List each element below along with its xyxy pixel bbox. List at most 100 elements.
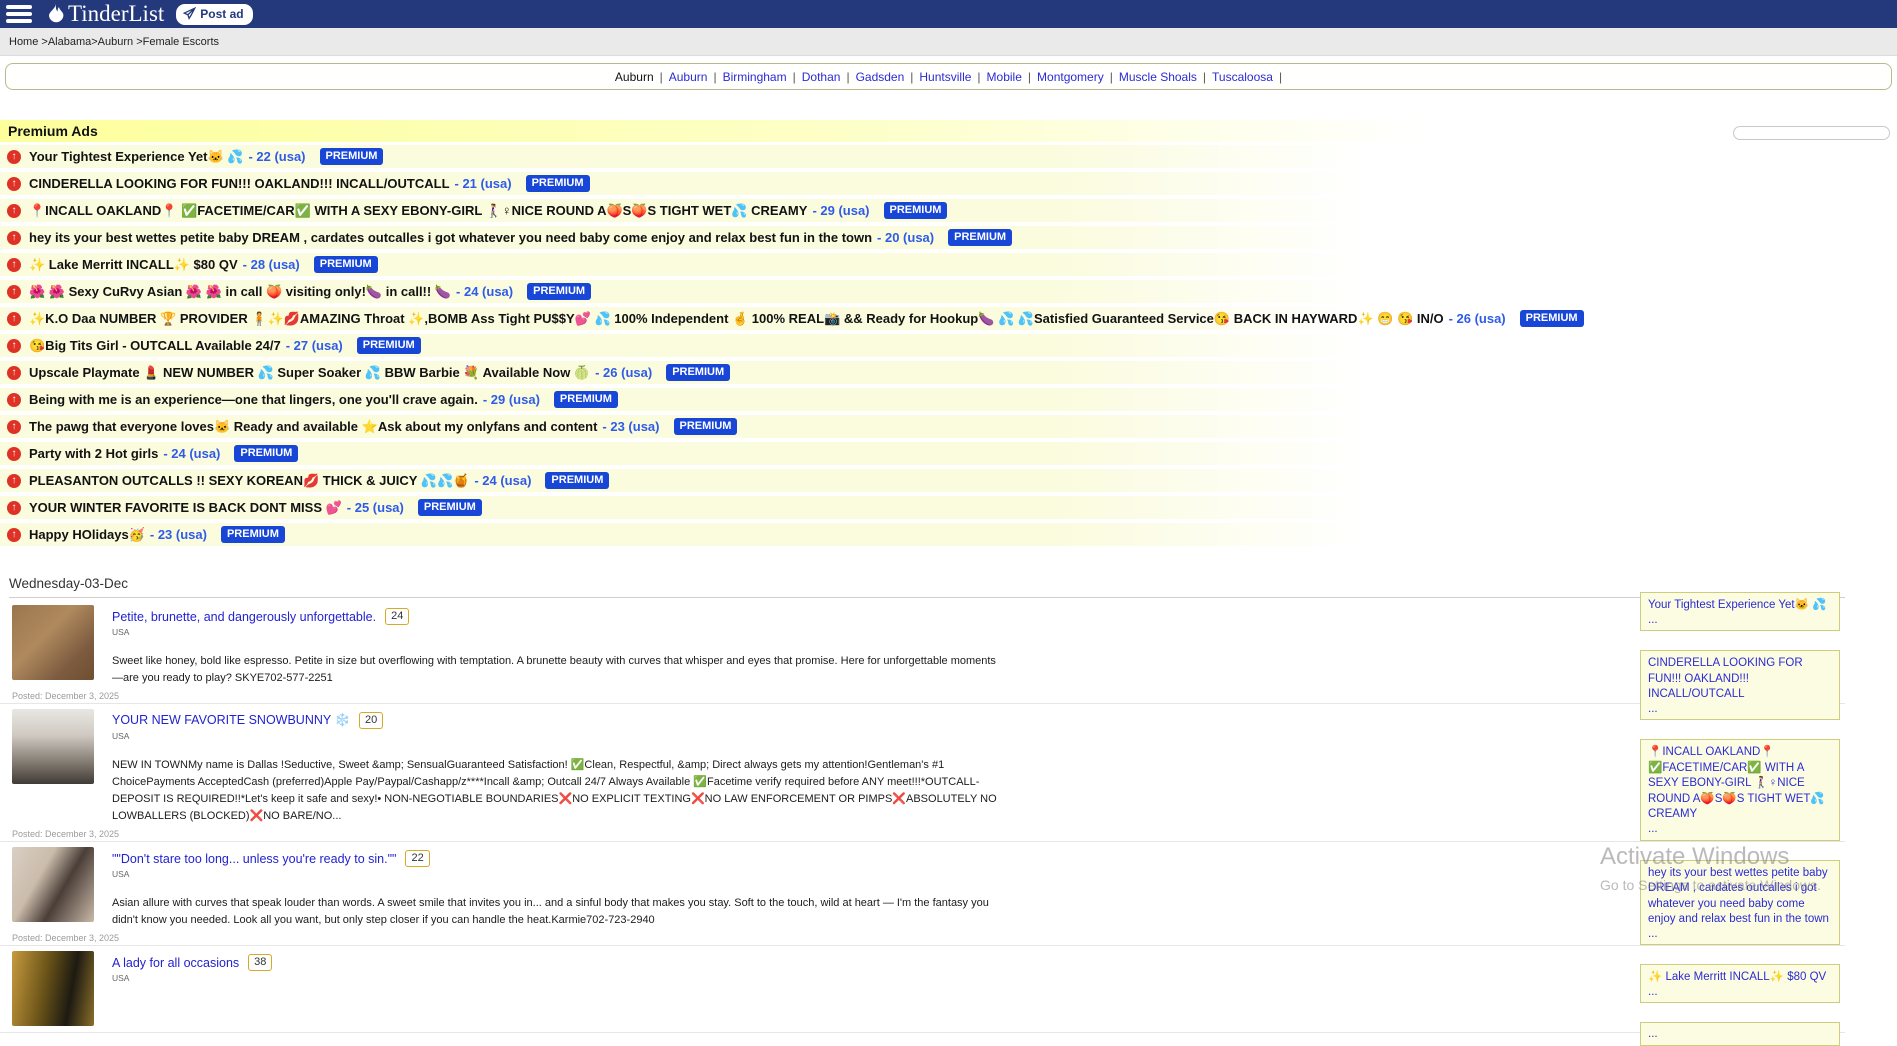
listing-title[interactable]: ""Don't stare too long... unless you're … [112, 852, 396, 866]
listing-row: A lady for all occasions 38 USA [0, 951, 1845, 1033]
boost-arrow-icon: ↑ [7, 258, 21, 272]
premium-ad-age: - 27 (usa) [286, 338, 343, 353]
listing-age-badge: 22 [405, 850, 429, 867]
sidebar-ellipsis: ... [1648, 928, 1832, 941]
top-bar: TinderList Post ad [0, 0, 1897, 28]
premium-badge: PREMIUM [314, 256, 378, 273]
premium-ad-title[interactable]: 😘Big Tits Girl - OUTCALL Available 24/7 [29, 338, 281, 354]
brand-logo[interactable]: TinderList [46, 1, 164, 27]
sidebar-ad-link[interactable]: 📍INCALL OAKLAND📍 ✅FACETIME/CAR✅ WITH A S… [1648, 745, 1832, 823]
listing-title[interactable]: YOUR NEW FAVORITE SNOWBUNNY ❄️ [112, 713, 350, 728]
premium-badge: PREMIUM [527, 283, 591, 300]
sidebar-ellipsis: ... [1648, 703, 1832, 716]
city-separator: | [793, 70, 796, 84]
sidebar-ellipsis: ... [1648, 614, 1832, 627]
premium-ad-title[interactable]: PLEASANTON OUTCALLS !! SEXY KOREAN💋 THIC… [29, 473, 469, 489]
city-separator: | [660, 70, 663, 84]
breadcrumb[interactable]: Home >Alabama>Auburn >Female Escorts [0, 28, 1897, 56]
premium-ad-title[interactable]: Being with me is an experience—one that … [29, 392, 478, 407]
boost-arrow-icon: ↑ [7, 312, 21, 326]
premium-badge: PREMIUM [221, 526, 285, 543]
premium-ad-age: - 29 (usa) [483, 392, 540, 407]
premium-ad-row: ↑ ✨ Lake Merritt INCALL✨ $80 QV - 28 (us… [0, 253, 1897, 276]
boost-arrow-icon: ↑ [7, 447, 21, 461]
sidebar-ad-box[interactable]: CINDERELLA LOOKING FOR FUN!!! OAKLAND!!!… [1640, 650, 1840, 720]
paper-plane-icon [183, 7, 196, 20]
boost-arrow-icon: ↑ [7, 528, 21, 542]
horizontal-scrollbar[interactable] [1733, 126, 1890, 140]
city-link[interactable]: Tuscaloosa [1212, 70, 1273, 84]
post-ad-button[interactable]: Post ad [176, 4, 252, 25]
city-link[interactable]: Huntsville [919, 70, 971, 84]
boost-arrow-icon: ↑ [7, 420, 21, 434]
premium-ad-title[interactable]: Upscale Playmate 💄 NEW NUMBER 💦 Super So… [29, 365, 590, 381]
listing-title[interactable]: Petite, brunette, and dangerously unforg… [112, 610, 376, 624]
premium-ad-title[interactable]: CINDERELLA LOOKING FOR FUN!!! OAKLAND!!!… [29, 176, 450, 191]
city-link[interactable]: Muscle Shoals [1119, 70, 1197, 84]
premium-ads-header: Premium Ads [0, 120, 1897, 142]
city-current: Auburn [615, 70, 654, 84]
premium-ad-title[interactable]: The pawg that everyone loves🐱 Ready and … [29, 419, 597, 435]
premium-badge: PREMIUM [526, 175, 590, 192]
premium-ad-age: - 24 (usa) [456, 284, 513, 299]
listing-content: ""Don't stare too long... unless you're … [112, 847, 1845, 929]
city-separator: | [713, 70, 716, 84]
premium-ad-title[interactable]: Happy HOlidays🥳 [29, 527, 145, 543]
boost-arrow-icon: ↑ [7, 285, 21, 299]
city-link[interactable]: Auburn [669, 70, 708, 84]
listing-age-badge: 20 [359, 712, 383, 729]
boost-arrow-icon: ↑ [7, 150, 21, 164]
premium-ad-age: - 20 (usa) [877, 230, 934, 245]
sidebar-ad-link[interactable]: CINDERELLA LOOKING FOR FUN!!! OAKLAND!!!… [1648, 656, 1832, 703]
premium-ad-title[interactable]: hey its your best wettes petite baby DRE… [29, 230, 872, 245]
city-link[interactable]: Gadsden [856, 70, 905, 84]
sidebar-ad-link[interactable]: hey its your best wettes petite baby DRE… [1648, 866, 1832, 928]
sidebar-ad-link[interactable]: Your Tightest Experience Yet🐱 💦 [1648, 598, 1832, 614]
sidebar-ad-link[interactable]: ✨ Lake Merritt INCALL✨ $80 QV [1648, 970, 1832, 986]
premium-ads-list: ↑ Your Tightest Experience Yet🐱 💦 - 22 (… [0, 145, 1897, 546]
boost-arrow-icon: ↑ [7, 501, 21, 515]
premium-ad-title[interactable]: 📍INCALL OAKLAND📍 ✅FACETIME/CAR✅ WITH A S… [29, 203, 807, 219]
city-separator: | [977, 70, 980, 84]
city-separator: | [1203, 70, 1206, 84]
premium-ad-age: - 29 (usa) [812, 203, 869, 218]
premium-ad-title[interactable]: Party with 2 Hot girls [29, 446, 158, 461]
listing-thumbnail[interactable] [12, 605, 94, 680]
premium-ad-title[interactable]: ✨K.O Daa NUMBER 🏆 PROVIDER 🧍✨💋AMAZING Th… [29, 311, 1444, 327]
premium-ad-row: ↑ 😘Big Tits Girl - OUTCALL Available 24/… [0, 334, 1897, 357]
sidebar-ad-box[interactable]: hey its your best wettes petite baby DRE… [1640, 860, 1840, 946]
listing-thumbnail[interactable] [12, 709, 94, 784]
premium-ad-title[interactable]: 🌺 🌺 Sexy CuRvy Asian 🌺 🌺 in call 🍑 visit… [29, 284, 451, 300]
breadcrumb-text: Home >Alabama>Auburn >Female Escorts [9, 36, 219, 48]
premium-ad-row: ↑ Your Tightest Experience Yet🐱 💦 - 22 (… [0, 145, 1897, 168]
listing-country: USA [112, 731, 1845, 741]
premium-badge: PREMIUM [554, 391, 618, 408]
listing-thumbnail[interactable] [12, 847, 94, 922]
premium-ad-row: ↑ YOUR WINTER FAVORITE IS BACK DONT MISS… [0, 496, 1897, 519]
sidebar-ad-box[interactable]: Your Tightest Experience Yet🐱 💦 ... [1640, 592, 1840, 631]
premium-ad-age: - 24 (usa) [163, 446, 220, 461]
listing-posted-date: Posted: December 3, 2025 [12, 691, 1845, 701]
city-link[interactable]: Mobile [987, 70, 1022, 84]
premium-ad-title[interactable]: Your Tightest Experience Yet🐱 💦 [29, 149, 243, 165]
sidebar-ad-box[interactable]: ✨ Lake Merritt INCALL✨ $80 QV ... [1640, 964, 1840, 1003]
premium-ad-title[interactable]: ✨ Lake Merritt INCALL✨ $80 QV [29, 257, 238, 273]
city-link[interactable]: Montgomery [1037, 70, 1104, 84]
city-link[interactable]: Birmingham [723, 70, 787, 84]
sidebar-ad-box[interactable]: 📍INCALL OAKLAND📍 ✅FACETIME/CAR✅ WITH A S… [1640, 739, 1840, 840]
sidebar-ad-box[interactable]: ... [1640, 1022, 1840, 1046]
premium-ad-row: ↑ CINDERELLA LOOKING FOR FUN!!! OAKLAND!… [0, 172, 1897, 195]
menu-icon[interactable] [6, 5, 32, 23]
listing-content: Petite, brunette, and dangerously unforg… [112, 605, 1845, 687]
listing-title[interactable]: A lady for all occasions [112, 956, 239, 970]
city-nav: Auburn | Auburn | Birmingham | Dothan | … [5, 63, 1892, 90]
premium-ad-title[interactable]: YOUR WINTER FAVORITE IS BACK DONT MISS 💕 [29, 500, 342, 516]
city-separator: | [1028, 70, 1031, 84]
city-link[interactable]: Dothan [802, 70, 841, 84]
listing-thumbnail[interactable] [12, 951, 94, 1026]
listing-description: Asian allure with curves that speak loud… [112, 895, 997, 929]
city-separator: | [1110, 70, 1113, 84]
premium-badge: PREMIUM [666, 364, 730, 381]
premium-ad-row: ↑ 📍INCALL OAKLAND📍 ✅FACETIME/CAR✅ WITH A… [0, 199, 1897, 222]
premium-ad-age: - 22 (usa) [248, 149, 305, 164]
